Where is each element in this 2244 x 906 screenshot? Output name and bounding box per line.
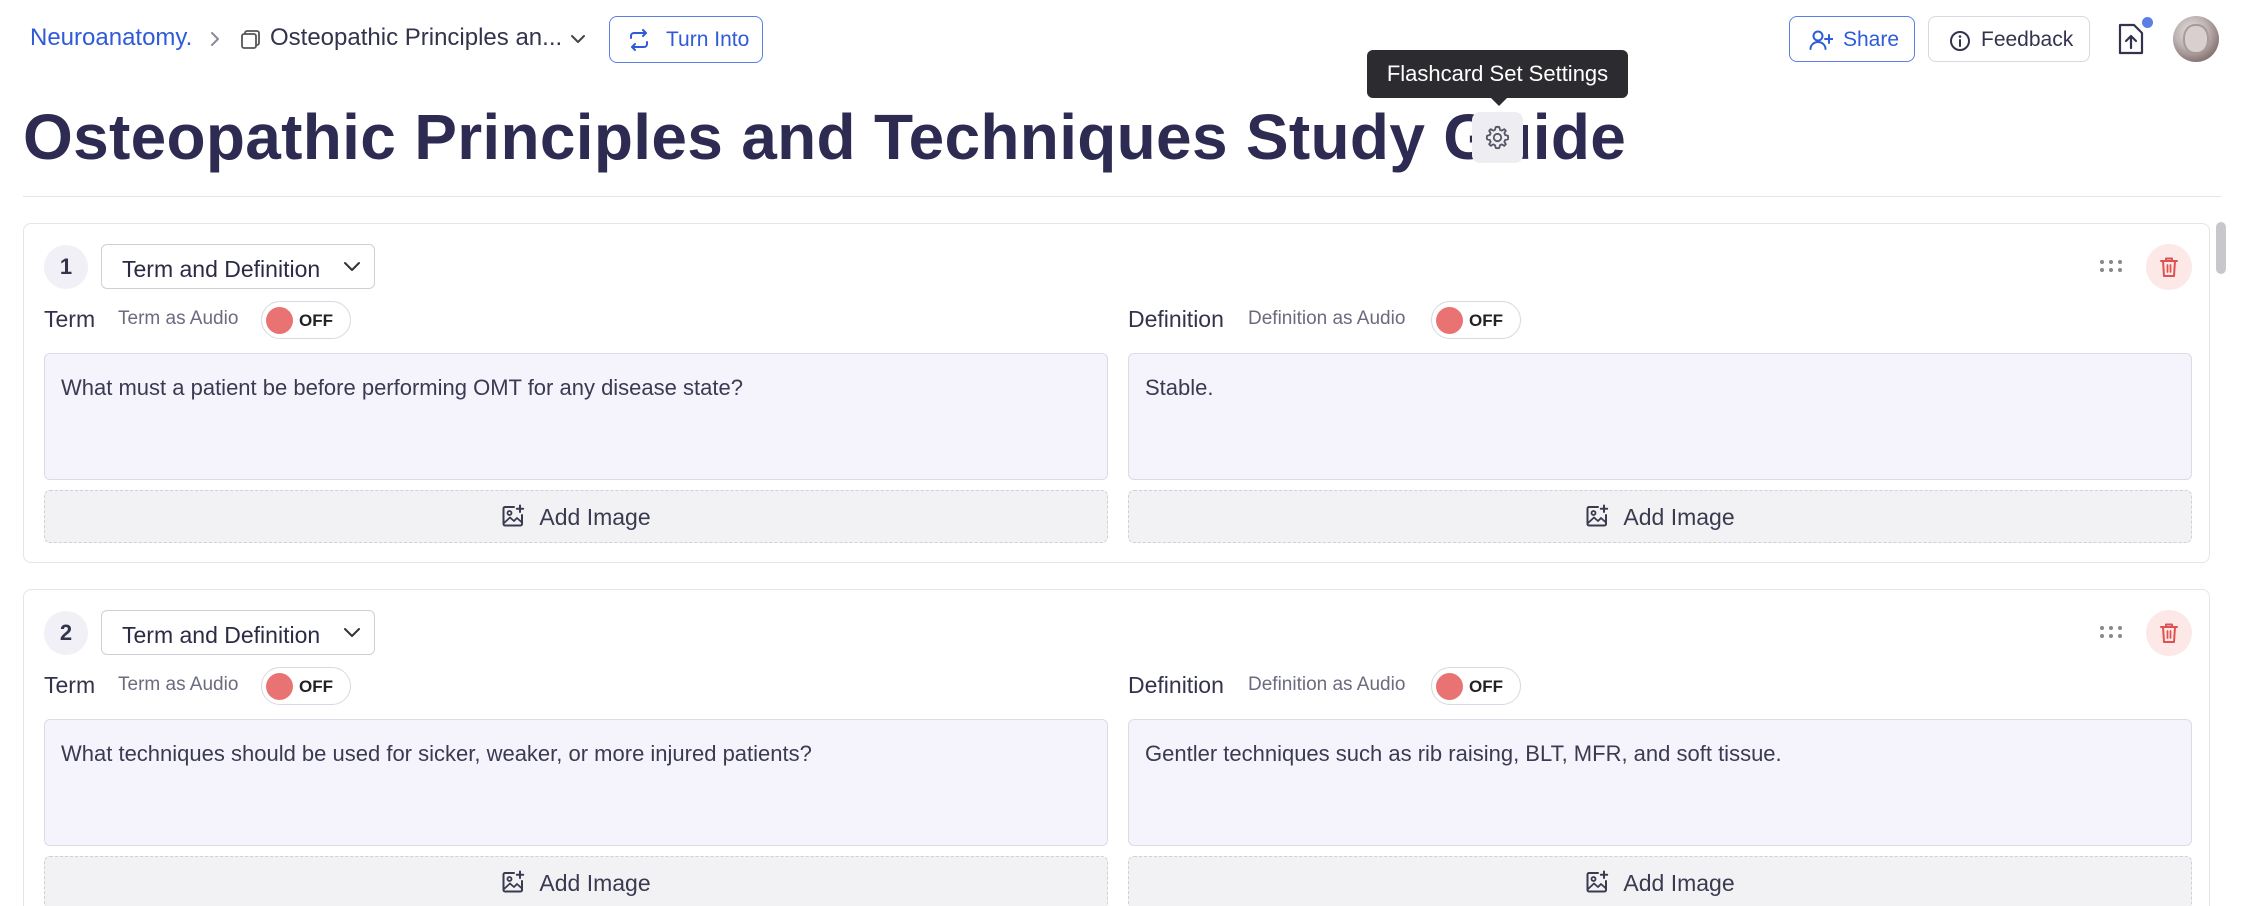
add-definition-image-button[interactable]: Add Image (1128, 856, 2192, 906)
toggle-knob (1436, 673, 1463, 700)
term-audio-label: Term as Audio (118, 308, 239, 329)
definition-label: Definition (1128, 306, 1224, 332)
definition-audio-label: Definition as Audio (1248, 308, 1406, 329)
definition-text: Gentler techniques such as rib raising, … (1145, 741, 1782, 766)
term-audio-toggle[interactable]: OFF (261, 301, 351, 339)
title-divider (23, 196, 2221, 197)
flashcard-set-icon (241, 30, 260, 49)
turn-into-label: Turn Into (666, 28, 750, 51)
chevron-right-icon (211, 32, 219, 46)
top-bar: Neuroanatomy. Osteopathic Principles an.… (0, 0, 2244, 78)
card-type-select[interactable]: Term and Definition (101, 610, 375, 655)
card-type-value: Term and Definition (122, 256, 321, 282)
feedback-button[interactable]: Feedback (1928, 16, 2090, 62)
chevron-down-icon (344, 628, 360, 637)
toggle-state: OFF (1469, 677, 1503, 696)
export-file-icon[interactable] (2116, 22, 2146, 56)
breadcrumb-root-link[interactable]: Neuroanatomy. (30, 24, 192, 52)
term-input[interactable]: What techniques should be used for sicke… (44, 719, 1108, 846)
card-type-value: Term and Definition (122, 622, 321, 648)
delete-card-button[interactable] (2146, 244, 2192, 290)
settings-tooltip: Flashcard Set Settings (1367, 50, 1628, 106)
image-plus-icon (1586, 870, 1609, 893)
feedback-label: Feedback (1981, 28, 2074, 51)
definition-input[interactable]: Gentler techniques such as rib raising, … (1128, 719, 2192, 846)
trash-icon (2160, 623, 2178, 643)
term-text: What must a patient be before performing… (61, 375, 743, 400)
delete-card-button[interactable] (2146, 610, 2192, 656)
toggle-state: OFF (299, 677, 333, 696)
toggle-knob (266, 673, 293, 700)
definition-text: Stable. (1145, 375, 1214, 400)
flashcard-card: 2 Term and Definition Term Term as Audio… (23, 589, 2210, 906)
repeat-arrows-icon (630, 29, 648, 51)
term-text: What techniques should be used for sicke… (61, 741, 812, 766)
image-plus-icon (502, 870, 525, 893)
toggle-knob (1436, 307, 1463, 334)
card-type-select[interactable]: Term and Definition (101, 244, 375, 289)
term-audio-toggle[interactable]: OFF (261, 667, 351, 705)
definition-audio-toggle[interactable]: OFF (1431, 301, 1521, 339)
flashcard-settings-button[interactable] (1472, 112, 1523, 163)
term-audio-label: Term as Audio (118, 674, 239, 695)
chevron-down-icon (344, 262, 360, 271)
info-icon (1950, 31, 1970, 51)
term-label: Term (44, 672, 96, 698)
card-number: 2 (44, 611, 88, 655)
add-term-image-button[interactable]: Add Image (44, 490, 1108, 543)
toggle-state: OFF (299, 311, 333, 330)
term-input[interactable]: What must a patient be before performing… (44, 353, 1108, 480)
image-plus-icon (502, 504, 525, 527)
add-user-icon (1809, 30, 1833, 50)
scrollbar[interactable] (2216, 222, 2226, 274)
add-definition-image-button[interactable]: Add Image (1128, 490, 2192, 543)
drag-handle-icon[interactable] (2098, 259, 2124, 273)
toggle-knob (266, 307, 293, 334)
gear-icon (1485, 125, 1510, 150)
definition-audio-toggle[interactable]: OFF (1431, 667, 1521, 705)
page-title[interactable]: Osteopathic Principles and Techniques St… (23, 100, 1626, 174)
trash-icon (2160, 257, 2178, 277)
turn-into-button[interactable]: Turn Into (609, 16, 763, 63)
definition-input[interactable]: Stable. (1128, 353, 2192, 480)
notification-dot (2142, 17, 2153, 28)
definition-label: Definition (1128, 672, 1224, 698)
add-image-label: Add Image (539, 504, 651, 530)
term-label: Term (44, 306, 96, 332)
toggle-state: OFF (1469, 311, 1503, 330)
share-label: Share (1843, 28, 1900, 51)
breadcrumb-document[interactable]: Osteopathic Principles an... (270, 24, 562, 52)
drag-handle-icon[interactable] (2098, 625, 2124, 639)
add-image-label: Add Image (1623, 870, 1735, 896)
share-button[interactable]: Share (1789, 16, 1915, 62)
add-image-label: Add Image (539, 870, 651, 896)
avatar[interactable] (2173, 16, 2219, 62)
flashcard-card: 1 Term and Definition Term Term as Audio… (23, 223, 2210, 563)
image-plus-icon (1586, 504, 1609, 527)
definition-audio-label: Definition as Audio (1248, 674, 1406, 695)
add-term-image-button[interactable]: Add Image (44, 856, 1108, 906)
card-number: 1 (44, 245, 88, 289)
add-image-label: Add Image (1623, 504, 1735, 530)
chevron-down-icon[interactable] (568, 30, 588, 48)
